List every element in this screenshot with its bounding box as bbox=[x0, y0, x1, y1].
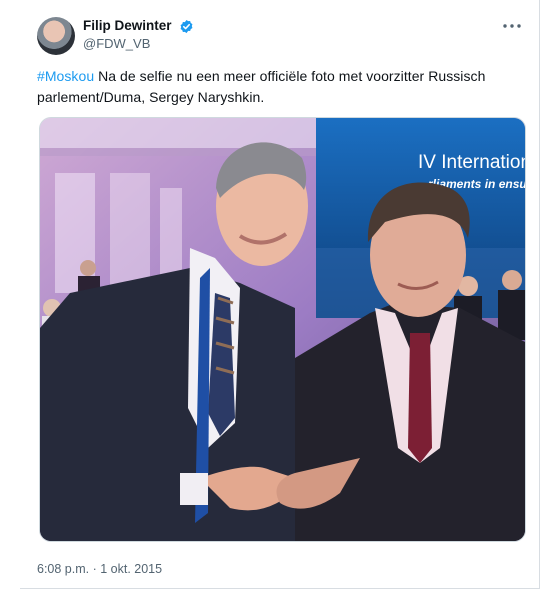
hashtag-link[interactable]: #Moskou bbox=[37, 68, 94, 84]
more-options-icon[interactable] bbox=[501, 18, 523, 34]
tweet-header: Filip Dewinter @FDW_VB bbox=[37, 16, 529, 56]
avatar[interactable] bbox=[37, 17, 75, 55]
photo-banner-line1: IV International Par bbox=[418, 152, 526, 173]
verified-badge-icon bbox=[180, 19, 193, 33]
tweet-text: #Moskou Na de selfie nu een meer officië… bbox=[37, 66, 522, 108]
author-info: Filip Dewinter @FDW_VB bbox=[83, 17, 194, 53]
tweet-card[interactable]: Filip Dewinter @FDW_VB #Moskou Na de sel… bbox=[20, 0, 540, 589]
tweet-photo[interactable]: IV International Par rliaments in ensuri… bbox=[39, 117, 526, 542]
tweet-body: Na de selfie nu een meer officiële foto … bbox=[37, 68, 486, 105]
handle[interactable]: @FDW_VB bbox=[83, 35, 194, 53]
display-name[interactable]: Filip Dewinter bbox=[83, 17, 172, 35]
tweet-timestamp[interactable]: 6:08 p.m. · 1 okt. 2015 bbox=[37, 562, 162, 576]
photo-scene: IV International Par rliaments in ensuri… bbox=[40, 118, 526, 541]
